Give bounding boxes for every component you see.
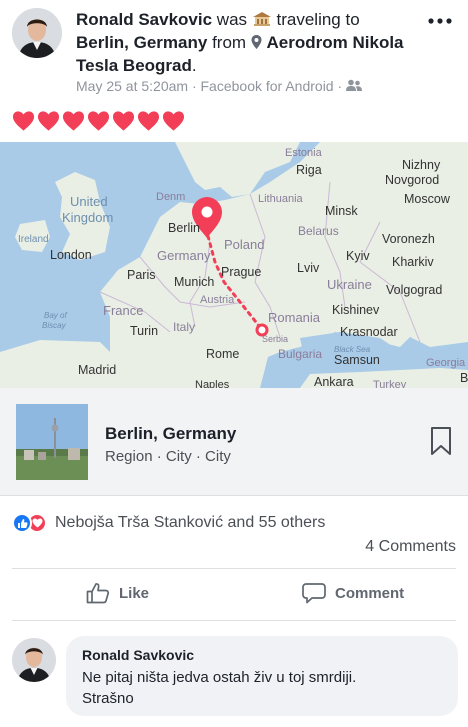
heart-icon: [62, 111, 85, 131]
heart-icon: [162, 111, 185, 131]
map-label: Voronezh: [382, 232, 435, 246]
map-label: Bulgaria: [278, 347, 322, 361]
like-button[interactable]: Like: [86, 582, 149, 604]
map-label: Biscay: [42, 321, 67, 330]
post-meta: May 25 at 5:20am · Facebook for Android …: [76, 78, 363, 94]
more-options-icon[interactable]: [426, 10, 454, 32]
like-reaction-icon: [12, 513, 32, 533]
map-label: Naples: [195, 379, 230, 388]
pin-icon: [251, 33, 262, 52]
map-label: Lithuania: [258, 193, 304, 205]
comment-icon: [302, 583, 326, 604]
place-name[interactable]: Berlin, Germany: [105, 424, 236, 444]
map-label: Moscow: [404, 192, 451, 206]
heart-icon: [137, 111, 160, 131]
map-label: Kingdom: [62, 210, 113, 225]
map-label: Paris: [127, 268, 155, 282]
map-label: Munich: [174, 275, 214, 289]
friends-icon: [346, 78, 363, 94]
author-avatar[interactable]: [12, 8, 62, 58]
post-headline: Ronald Savkovic was traveling to Berlin,…: [76, 8, 416, 77]
bookmark-icon[interactable]: [430, 426, 452, 456]
comment-line: Ne pitaj ništa jedva ostah živ u toj smr…: [82, 669, 357, 686]
post-actions: Like Comment: [0, 572, 468, 618]
like-label: Like: [119, 584, 150, 602]
was-text: was: [216, 10, 248, 29]
divider: [12, 620, 456, 621]
map-label: Estonia: [285, 147, 323, 159]
map-label: Berlin: [168, 221, 200, 235]
headline-period: .: [191, 56, 197, 75]
comments-count[interactable]: 4 Comments: [365, 538, 456, 556]
map-label: Turin: [130, 324, 158, 338]
heart-emoji-row: [12, 110, 185, 132]
map-label: Krasnodar: [340, 325, 398, 339]
map-label: Denm: [156, 191, 185, 203]
map-label: Minsk: [325, 204, 358, 218]
origin-line1: Aerodrom Nikola: [266, 33, 404, 52]
reactions-summary[interactable]: Nebojša Trša Stanković and 55 others: [12, 512, 325, 534]
heart-icon: [112, 111, 135, 131]
map-label: Kharkiv: [392, 255, 434, 269]
heart-icon: [37, 111, 60, 131]
from-text: from: [212, 33, 247, 52]
heart-icon: [87, 111, 110, 131]
travel-map[interactable]: Estonia Riga Nizhny Novgorod Moscow Unit…: [0, 142, 468, 388]
map-label: Kyiv: [346, 249, 370, 263]
berlin-photo: [16, 404, 88, 480]
map-label: Georgia: [426, 357, 466, 369]
map-label: Belarus: [298, 224, 339, 238]
destination-link[interactable]: Berlin, Germany: [76, 33, 207, 52]
map-label: Ukraine: [327, 277, 372, 292]
thumbs-up-icon: [86, 583, 110, 604]
map-label: Kishinev: [332, 303, 380, 317]
map-label: Riga: [296, 163, 322, 177]
comment-item: Ronald Savkovic Ne pitaj ništa jedva ost…: [0, 628, 468, 727]
map-label: Samsun: [334, 353, 380, 367]
author-name[interactable]: Ronald Savkovic: [76, 10, 212, 29]
comment-text: Ne pitaj ništa jedva ostah živ u toj smr…: [82, 667, 442, 709]
divider: [12, 568, 456, 569]
map-label: Italy: [173, 320, 195, 334]
map-label: Rome: [206, 347, 239, 361]
commenter-avatar[interactable]: [12, 638, 56, 682]
map-label: Ankara: [314, 375, 354, 388]
map-label: Lviv: [297, 261, 320, 275]
reactions-text[interactable]: Nebojša Trša Stanković and 55 others: [55, 514, 325, 532]
map-label: Serbia: [262, 334, 288, 344]
map-label: Turkey: [373, 379, 407, 388]
map-label: Austria: [200, 294, 235, 306]
map-label: Novgorod: [385, 173, 439, 187]
post-timestamp[interactable]: May 25 at 5:20am · Facebook for Android …: [76, 78, 342, 94]
place-card[interactable]: Berlin, Germany Region · City · City: [0, 388, 468, 496]
comment-line: Strašno: [82, 690, 134, 707]
map-label: Volgograd: [386, 283, 442, 297]
map-label: Poland: [224, 237, 264, 252]
map-label: United: [70, 194, 108, 209]
map-label: Germany: [157, 248, 211, 263]
map-label: Bay of: [44, 311, 67, 320]
map-label: Madrid: [78, 363, 116, 377]
map-label: Romania: [268, 310, 321, 325]
map-label: France: [103, 303, 143, 318]
map-label: Prague: [221, 265, 261, 279]
comment-label: Comment: [335, 584, 405, 602]
map-label: B: [460, 371, 468, 385]
activity-text: traveling to: [276, 10, 360, 29]
comment-button[interactable]: Comment: [302, 582, 404, 604]
heart-icon: [12, 111, 35, 131]
post-header: Ronald Savkovic was traveling to Berlin,…: [0, 0, 468, 108]
traveling-icon: [252, 10, 272, 29]
map-label: London: [50, 248, 92, 262]
origin-line2: Tesla Beograd: [76, 56, 192, 75]
map-label: Ireland: [18, 234, 49, 245]
comment-bubble: Ronald Savkovic Ne pitaj ništa jedva ost…: [66, 636, 458, 716]
place-category: Region · City · City: [105, 448, 231, 465]
map-label: Nizhny: [402, 158, 441, 172]
commenter-name[interactable]: Ronald Savkovic: [82, 646, 442, 664]
